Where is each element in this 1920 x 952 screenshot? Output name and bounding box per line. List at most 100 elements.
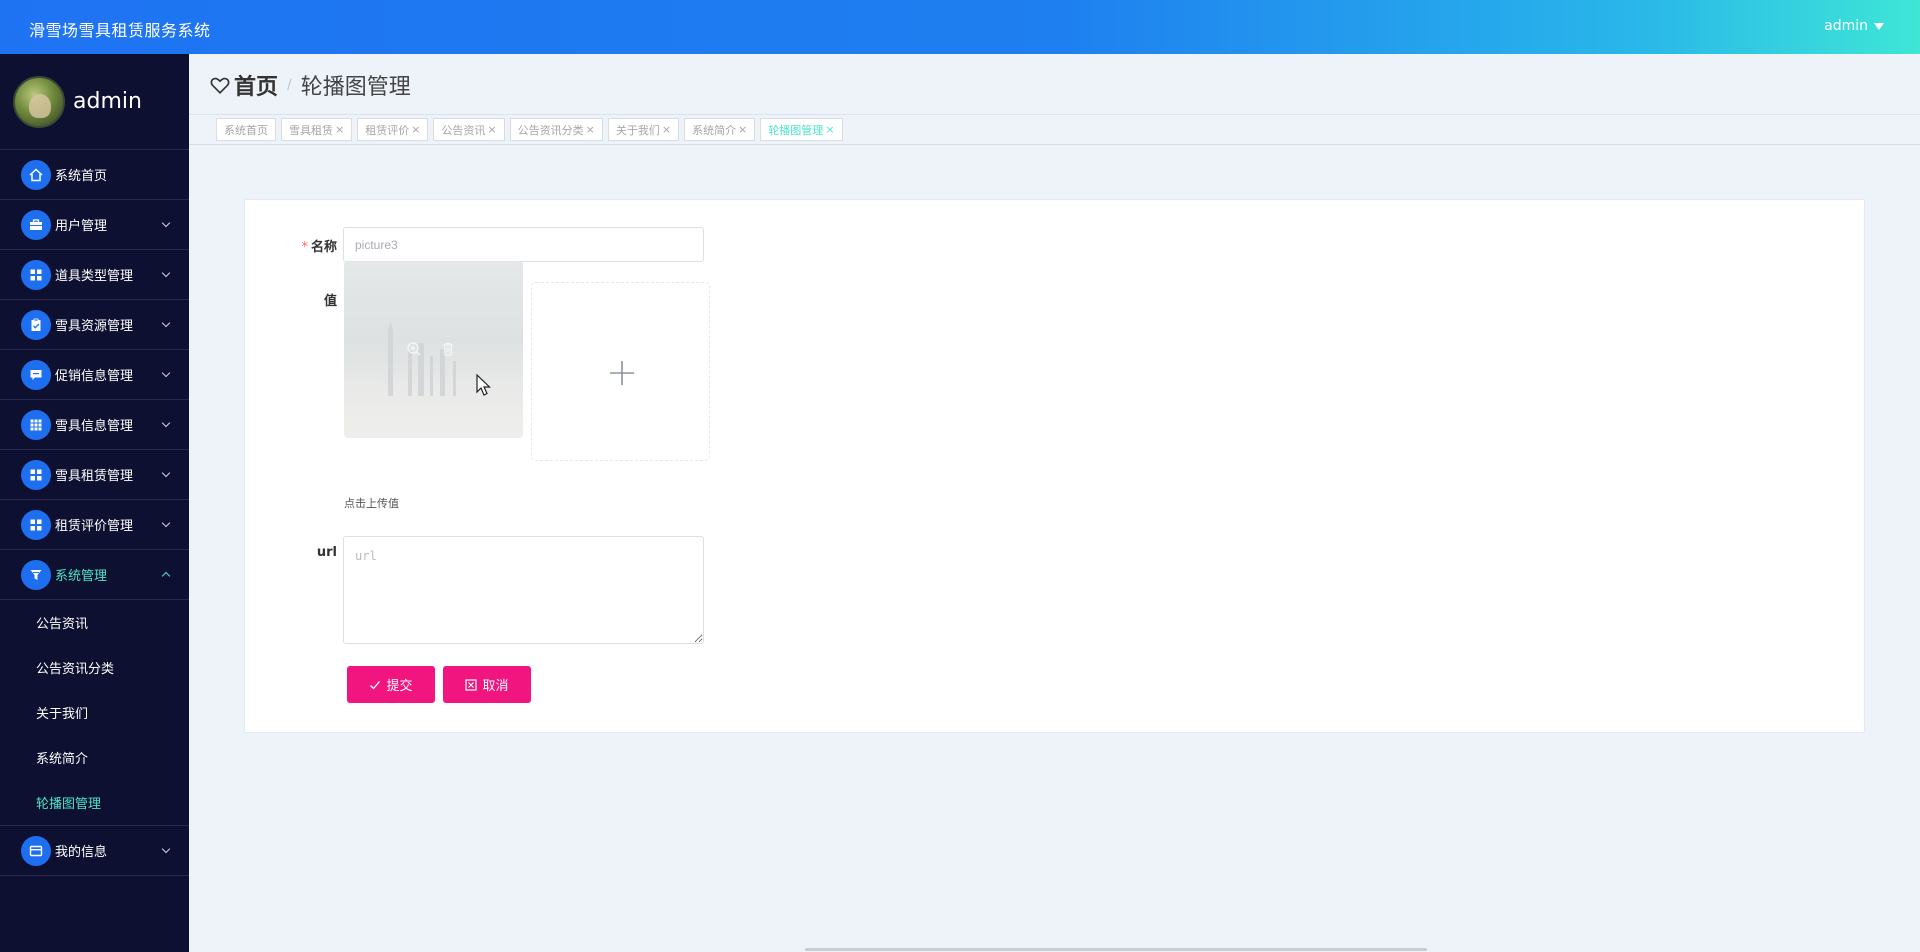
sidebar-item-label: 雪具租赁管理: [55, 469, 134, 484]
uploaded-image-thumbnail[interactable]: [344, 261, 523, 438]
top-bar: 滑雪场雪具租赁服务系统 admin: [0, 0, 1920, 54]
breadcrumb-separator: /: [287, 77, 292, 93]
tags-bar: 系统首页 雪具租赁 × 租赁评价 × 公告资讯 × 公告资讯分类 × 关于我们 × 系统简…: [189, 114, 1920, 145]
tag-label: 公告资讯分类: [517, 123, 584, 137]
sidebar-item-users[interactable]: 用户管理: [0, 200, 189, 250]
sidebar-item-gear-info[interactable]: 雪具信息管理: [0, 400, 189, 450]
tag-announcements[interactable]: 公告资讯 ×: [433, 118, 505, 141]
sidebar-item-home[interactable]: 系统首页: [0, 150, 189, 200]
value-label: 值: [323, 294, 337, 309]
chat-icon: [21, 359, 51, 390]
chevron-down-icon: [161, 418, 171, 428]
system-submenu: 公告资讯 公告资讯分类 关于我们 系统简介 轮播图管理: [0, 600, 189, 826]
name-label: * 名称: [301, 240, 337, 255]
tag-label: 系统首页: [224, 123, 268, 137]
close-icon[interactable]: ×: [662, 123, 671, 136]
upload-hint: 点击上传值: [344, 497, 399, 510]
clipboard-icon: [21, 309, 51, 340]
image-upload-button[interactable]: [531, 282, 710, 461]
apps-icon: [21, 409, 51, 440]
page-title: 轮播图管理: [300, 75, 411, 100]
home-icon: [21, 159, 51, 190]
submit-label: 提交: [386, 679, 413, 694]
briefcase-icon: [21, 209, 51, 240]
heart-icon: [210, 77, 230, 94]
sidebar-item-system[interactable]: 系统管理: [0, 550, 189, 600]
plus-icon: [610, 361, 634, 385]
sidebar-item-label: 租赁评价管理: [55, 519, 134, 534]
user-name: admin: [1824, 18, 1868, 34]
sidebar: admin 系统首页 用户管理 道具类型管理 雪具资源管理 促销信息管理 雪具信…: [0, 54, 189, 952]
close-icon[interactable]: ×: [335, 123, 344, 136]
sidebar-item-promotions[interactable]: 促销信息管理: [0, 350, 189, 400]
sidebar-item-label: 用户管理: [55, 219, 108, 234]
tag-gear-rental[interactable]: 雪具租赁 ×: [281, 118, 353, 141]
app-title: 滑雪场雪具租赁服务系统: [29, 21, 211, 40]
tag-system-intro[interactable]: 系统简介 ×: [684, 118, 756, 141]
sidebar-subitem-about-us[interactable]: 关于我们: [0, 690, 189, 735]
sidebar-item-rentals[interactable]: 雪具租赁管理: [0, 450, 189, 500]
sidebar-item-label: 系统管理: [55, 569, 108, 584]
chevron-up-icon: [161, 571, 171, 581]
profile-name: admin: [73, 89, 142, 114]
required-mark: *: [301, 240, 308, 255]
mouse-cursor-icon: [476, 374, 491, 396]
chevron-down-icon: [161, 268, 171, 278]
sidebar-item-reviews[interactable]: 租赁评价管理: [0, 500, 189, 550]
grid-icon: [21, 509, 51, 540]
check-icon: [370, 680, 381, 689]
sidebar-item-label: 我的信息: [55, 845, 108, 860]
tag-system-home[interactable]: 系统首页: [216, 118, 276, 141]
delete-icon[interactable]: [440, 341, 456, 357]
tag-announcement-categories[interactable]: 公告资讯分类 ×: [509, 118, 603, 141]
url-textarea[interactable]: [343, 536, 704, 644]
tag-label: 公告资讯: [441, 123, 486, 137]
tag-carousel[interactable]: 轮播图管理 ×: [760, 118, 843, 141]
name-input[interactable]: [343, 227, 704, 262]
breadcrumb: 首页 / 轮播图管理: [209, 70, 411, 100]
tag-label: 系统简介: [692, 123, 737, 137]
sidebar-item-label: 促销信息管理: [55, 369, 134, 384]
zoom-in-icon[interactable]: [406, 341, 422, 357]
breadcrumb-home[interactable]: 首页: [234, 69, 278, 101]
sidebar-subitem-announcement-categories[interactable]: 公告资讯分类: [0, 645, 189, 690]
close-icon[interactable]: ×: [825, 123, 834, 136]
chevron-down-icon: [161, 318, 171, 328]
chevron-down-icon: [161, 368, 171, 378]
sidebar-subitem-announcements[interactable]: 公告资讯: [0, 600, 189, 645]
user-menu[interactable]: admin: [1824, 18, 1884, 34]
close-icon[interactable]: ×: [487, 123, 496, 136]
grid-icon: [21, 459, 51, 490]
sidebar-item-label: 道具类型管理: [55, 269, 134, 284]
sidebar-subitem-system-intro[interactable]: 系统简介: [0, 735, 189, 780]
chevron-down-icon: [161, 518, 171, 528]
funnel-icon: [21, 559, 51, 590]
tag-label: 雪具租赁: [289, 123, 333, 137]
tag-label: 轮播图管理: [768, 123, 824, 137]
submit-button[interactable]: 提交: [347, 666, 435, 703]
grid-icon: [21, 259, 51, 290]
tag-about-us[interactable]: 关于我们 ×: [607, 118, 680, 141]
url-label: url: [316, 545, 337, 560]
chevron-down-icon: [161, 468, 171, 478]
tag-label: 关于我们: [615, 123, 660, 137]
cancel-label: 取消: [482, 679, 509, 694]
caret-down-icon: [1874, 22, 1884, 30]
sidebar-item-my-info[interactable]: 我的信息: [0, 826, 189, 876]
avatar: [13, 75, 65, 128]
close-icon[interactable]: ×: [738, 123, 747, 136]
close-icon[interactable]: ×: [411, 123, 420, 136]
cancel-button[interactable]: 取消: [443, 666, 531, 703]
sidebar-item-label: 系统首页: [55, 169, 108, 184]
tag-rental-review[interactable]: 租赁评价 ×: [357, 118, 429, 141]
chevron-down-icon: [161, 218, 171, 228]
carousel-form-card: *名称 值 点击上传值 url 提交 取消: [244, 199, 1865, 733]
horizontal-scrollbar[interactable]: [805, 948, 1427, 951]
profile: admin: [0, 54, 189, 150]
chevron-down-icon: [161, 844, 171, 854]
sidebar-item-gear-resources[interactable]: 雪具资源管理: [0, 300, 189, 350]
close-icon[interactable]: ×: [586, 123, 595, 136]
sidebar-subitem-carousel[interactable]: 轮播图管理: [0, 780, 189, 825]
sidebar-item-prop-types[interactable]: 道具类型管理: [0, 250, 189, 300]
sidebar-item-label: 雪具资源管理: [55, 319, 134, 334]
